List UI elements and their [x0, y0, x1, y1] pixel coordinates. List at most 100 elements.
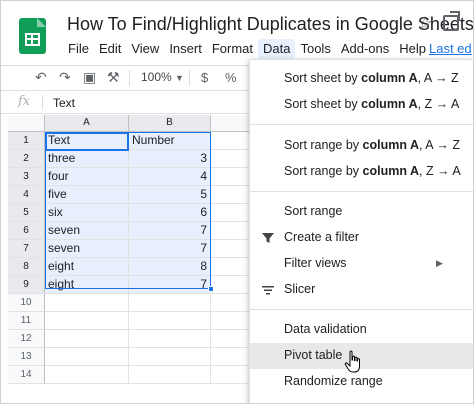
submenu-arrow-icon: ▶ [436, 258, 443, 268]
row-header-8[interactable]: 8 [8, 258, 45, 276]
cell[interactable] [129, 294, 211, 312]
cell[interactable]: seven [45, 240, 129, 258]
cell[interactable]: six [45, 204, 129, 222]
slicer-icon [262, 286, 274, 295]
cell[interactable]: four [45, 168, 129, 186]
menu-format[interactable]: Format [207, 39, 258, 59]
cell[interactable]: 4 [129, 168, 211, 186]
cell[interactable]: 7 [129, 276, 211, 294]
sheets-window: How To Find/Highlight Duplicates in Goog… [0, 0, 474, 404]
move-to-folder-icon[interactable] [443, 11, 460, 31]
currency-format-button[interactable]: $ [201, 70, 208, 85]
cell[interactable] [45, 330, 129, 348]
last-edit-link[interactable]: Last ed [429, 41, 472, 56]
cell[interactable] [211, 150, 251, 168]
cell[interactable]: seven [45, 222, 129, 240]
cell[interactable]: 7 [129, 240, 211, 258]
cell[interactable] [129, 348, 211, 366]
menu-tools[interactable]: Tools [295, 39, 335, 59]
menu-data[interactable]: Data [258, 39, 296, 59]
cell[interactable] [211, 222, 251, 240]
cell[interactable] [211, 132, 251, 150]
print-icon[interactable]: ▣ [83, 69, 96, 86]
fx-icon: fx [18, 94, 31, 109]
cell[interactable] [211, 366, 251, 384]
paint-format-icon[interactable]: ⚒ [107, 69, 120, 86]
row-header-11[interactable]: 11 [8, 312, 45, 330]
menu-edit[interactable]: Edit [94, 39, 126, 59]
cell[interactable] [211, 204, 251, 222]
filter-icon [262, 233, 274, 243]
zoom-select[interactable]: 100% [141, 70, 172, 84]
sort-range-item[interactable]: Sort range [250, 199, 473, 225]
row-header-9[interactable]: 9 [8, 276, 45, 294]
select-all-corner[interactable] [8, 115, 45, 132]
cell[interactable] [129, 366, 211, 384]
row-header-3[interactable]: 3 [8, 168, 45, 186]
menu-file[interactable]: File [63, 39, 94, 59]
menu-add-ons[interactable]: Add-ons [336, 39, 394, 59]
cell[interactable] [45, 294, 129, 312]
cell[interactable] [211, 348, 251, 366]
cell[interactable] [211, 312, 251, 330]
filter-views-item[interactable]: Filter views ▶ [250, 251, 473, 277]
undo-icon[interactable]: ↶ [35, 69, 47, 86]
formula-input[interactable]: Text [53, 96, 75, 110]
zoom-dropdown-icon[interactable]: ▼ [175, 73, 184, 83]
row-header-1[interactable]: 1 [8, 132, 45, 150]
cell[interactable]: 8 [129, 258, 211, 276]
create-filter-item[interactable]: Create a filter [250, 225, 473, 251]
cell[interactable]: eight [45, 276, 129, 294]
menu-insert[interactable]: Insert [164, 39, 207, 59]
data-validation-item[interactable]: Data validation [250, 317, 473, 343]
row-header-7[interactable]: 7 [8, 240, 45, 258]
cell[interactable] [211, 168, 251, 186]
sort-sheet-za-item[interactable]: Sort sheet by column A, Z → A [250, 92, 473, 118]
cell[interactable] [211, 294, 251, 312]
redo-icon[interactable]: ↷ [59, 69, 71, 86]
cell[interactable] [211, 240, 251, 258]
sort-range-za-item[interactable]: Sort range by column A, Z → A [250, 159, 473, 185]
column-header-a[interactable]: A [45, 115, 129, 132]
row-header-5[interactable]: 5 [8, 204, 45, 222]
column-header-c[interactable] [211, 115, 251, 132]
percent-format-button[interactable]: % [225, 70, 237, 85]
sort-range-az-item[interactable]: Sort range by column A, A → Z [250, 133, 473, 159]
cell[interactable]: five [45, 186, 129, 204]
row-header-12[interactable]: 12 [8, 330, 45, 348]
cell[interactable] [45, 348, 129, 366]
row-header-4[interactable]: 4 [8, 186, 45, 204]
sort-sheet-az-item[interactable]: Sort sheet by column A, A → Z [250, 66, 473, 92]
sheets-logo-icon[interactable] [19, 18, 46, 54]
cell[interactable] [211, 330, 251, 348]
cell[interactable] [129, 330, 211, 348]
row-header-10[interactable]: 10 [8, 294, 45, 312]
cell[interactable]: Text [45, 132, 129, 150]
document-title[interactable]: How To Find/Highlight Duplicates in Goog… [67, 14, 473, 35]
cell[interactable]: 7 [129, 222, 211, 240]
cell[interactable]: eight [45, 258, 129, 276]
cell[interactable] [211, 186, 251, 204]
cell[interactable]: three [45, 150, 129, 168]
menu-view[interactable]: View [126, 39, 164, 59]
cell[interactable] [45, 312, 129, 330]
cell[interactable]: 3 [129, 150, 211, 168]
menu-bar: File Edit View Insert Format Data Tools … [63, 39, 431, 59]
cell[interactable] [129, 312, 211, 330]
row-header-6[interactable]: 6 [8, 222, 45, 240]
cell[interactable] [211, 258, 251, 276]
slicer-item[interactable]: Slicer [250, 277, 473, 303]
hand-cursor-icon [344, 350, 360, 373]
row-header-14[interactable]: 14 [8, 366, 45, 384]
row-header-2[interactable]: 2 [8, 150, 45, 168]
cell[interactable] [45, 366, 129, 384]
star-icon[interactable]: ☆ [417, 13, 433, 34]
column-header-b[interactable]: B [129, 115, 211, 132]
cell[interactable] [211, 276, 251, 294]
menu-help[interactable]: Help [394, 39, 431, 59]
fill-handle[interactable] [208, 286, 214, 292]
cell[interactable]: 6 [129, 204, 211, 222]
cell[interactable]: 5 [129, 186, 211, 204]
row-header-13[interactable]: 13 [8, 348, 45, 366]
cell[interactable]: Number [129, 132, 211, 150]
